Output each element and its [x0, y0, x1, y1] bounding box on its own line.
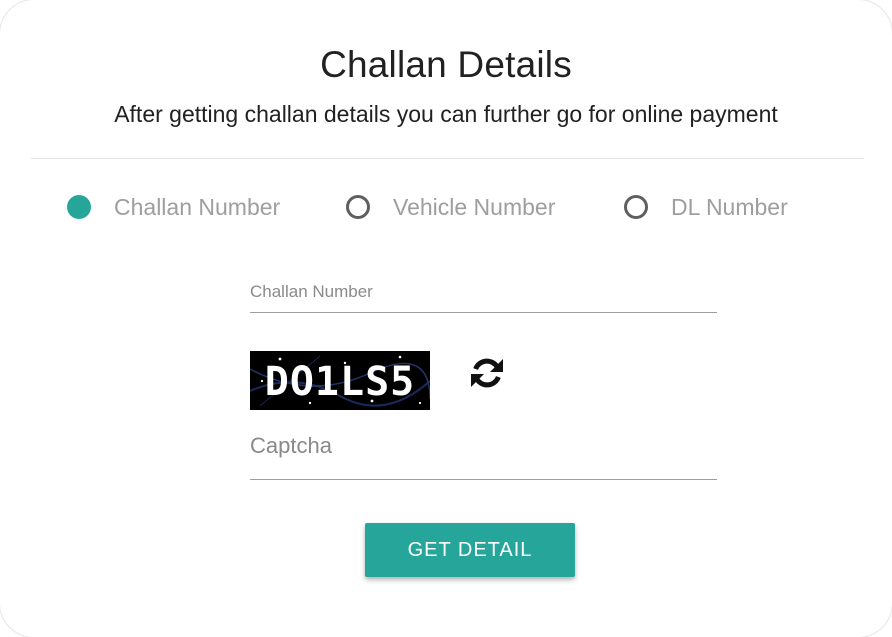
refresh-icon: [471, 358, 503, 388]
radio-vehicle-number[interactable]: Vehicle Number: [346, 190, 555, 224]
challan-number-field: [250, 276, 717, 313]
challan-number-input[interactable]: [250, 276, 717, 308]
get-detail-button[interactable]: GET DETAIL: [365, 523, 575, 577]
radio-unchecked-icon[interactable]: [346, 195, 370, 219]
page-title: Challan Details: [320, 44, 572, 85]
radio-label: DL Number: [671, 193, 788, 220]
radio-checked-icon[interactable]: [67, 195, 91, 219]
challan-card: Challan Details After getting challan de…: [0, 0, 892, 637]
radio-label: Challan Number: [114, 193, 281, 220]
captcha-input[interactable]: [250, 430, 717, 462]
refresh-captcha-button[interactable]: [467, 353, 507, 393]
radio-unchecked-icon[interactable]: [624, 195, 648, 219]
radio-label: Vehicle Number: [393, 193, 556, 220]
page-subtitle: After getting challan details you can fu…: [114, 101, 778, 127]
radio-dl-number[interactable]: DL Number: [624, 190, 788, 224]
divider: [31, 158, 864, 159]
captcha-image: DO1LS5: [250, 351, 430, 410]
captcha-text: DO1LS5: [265, 359, 416, 405]
captcha-field: [250, 430, 717, 480]
radio-challan-number[interactable]: Challan Number: [67, 190, 280, 224]
